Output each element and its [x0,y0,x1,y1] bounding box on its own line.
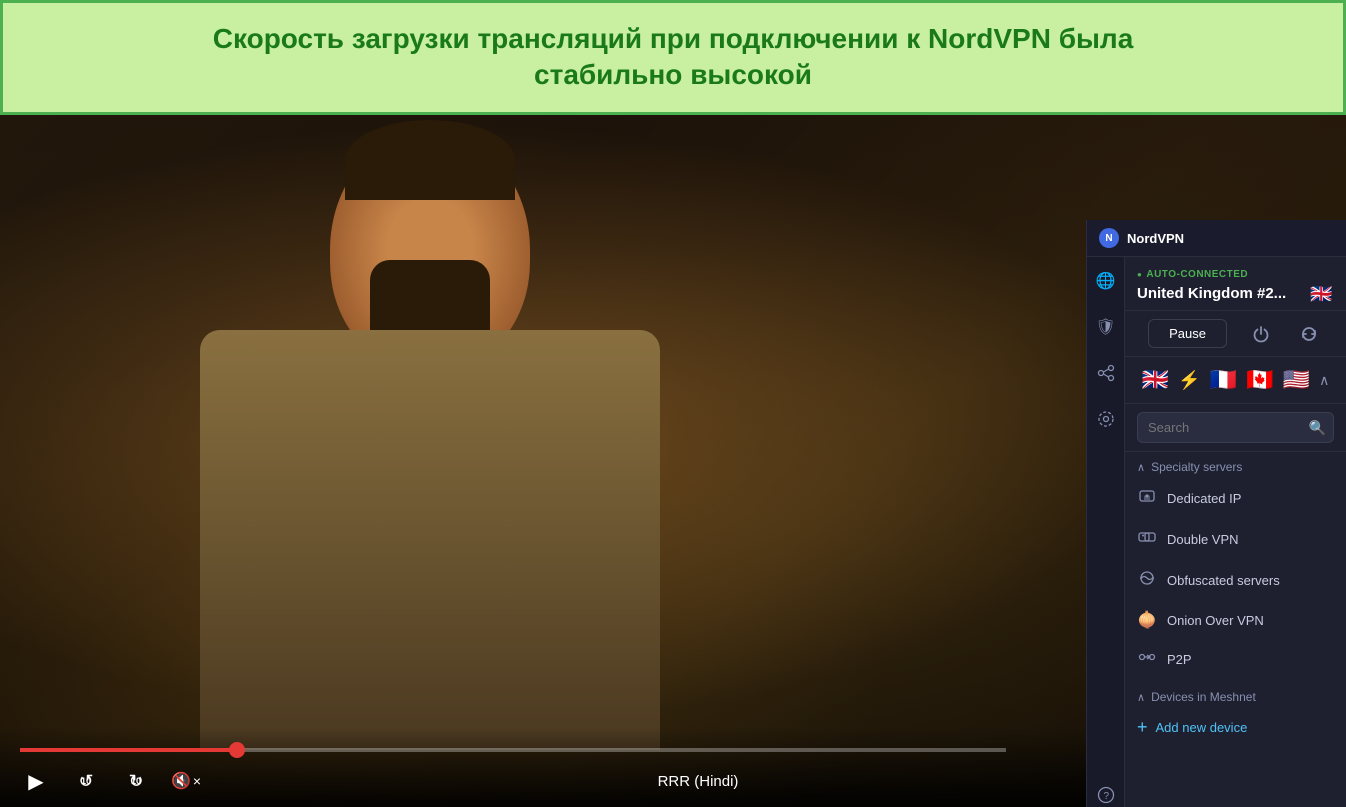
progress-bar[interactable] [20,748,1006,752]
mute-button[interactable]: 🔇 × [170,765,202,797]
person-figure [100,130,800,750]
person-body [200,330,660,750]
dedicated-ip-label: Dedicated IP [1167,491,1241,506]
qc-us-flag[interactable]: 🇺🇸 [1283,367,1310,393]
forward-button[interactable]: ↻ 10 [120,765,152,797]
onion-vpn-item[interactable]: 🧅 Onion Over VPN [1125,601,1346,639]
sidebar-item-globe[interactable]: 🌐 [1092,267,1120,295]
p2p-item[interactable]: P2P [1125,639,1346,680]
nordvpn-panel: N NordVPN 🌐 🛡 [1086,220,1346,807]
double-vpn-label: Double VPN [1167,532,1239,547]
meshnet-header: ∧ Devices in Meshnet [1125,680,1346,708]
banner-line1: Скорость загрузки трансляций при подключ… [213,23,1134,54]
connection-status: AUTO-CONNECTED United Kingdom #2... 🇬🇧 [1125,257,1346,311]
search-input[interactable] [1137,412,1334,443]
obfuscated-item[interactable]: Obfuscated servers [1125,560,1346,601]
rewind-button[interactable]: ↺ 10 [70,765,102,797]
pause-row: Pause [1125,311,1346,357]
sidebar-item-help[interactable]: ? [1092,781,1120,807]
search-input-wrap: 🔍 [1137,412,1334,443]
progress-knob[interactable] [229,742,245,758]
sidebar-item-settings[interactable] [1092,405,1120,433]
qc-more-chevron[interactable]: ∧ [1319,372,1329,389]
sidebar-icons: 🌐 🛡 [1087,257,1125,807]
onion-label: Onion Over VPN [1167,613,1264,628]
sidebar-item-shield[interactable]: 🛡 [1092,313,1120,341]
video-title: RRR (Hindi) [220,773,1176,790]
double-vpn-item[interactable]: Double VPN [1125,519,1346,560]
quick-connect: 🇬🇧 ⚡ 🇫🇷 🇨🇦 🇺🇸 ∧ [1125,357,1346,404]
double-vpn-icon [1137,528,1157,551]
banner: Скорость загрузки трансляций при подключ… [0,0,1346,115]
svg-text:?: ? [1103,791,1109,802]
search-icon: 🔍 [1309,419,1326,436]
dedicated-ip-icon [1137,487,1157,510]
panel-header: N NordVPN [1087,220,1346,257]
video-player: 2:23:13 ▶ ↺ 10 ↻ 10 🔇 × RRR (Hindi) [0,110,1346,807]
auto-connected-status: AUTO-CONNECTED [1137,269,1334,280]
specialty-title: Specialty servers [1151,460,1242,474]
add-icon: + [1137,717,1148,738]
qc-ca-flag[interactable]: 🇨🇦 [1246,367,1273,393]
banner-text: Скорость загрузки трансляций при подключ… [23,21,1323,94]
specialty-servers-header: ∧ Specialty servers [1125,452,1346,478]
qc-fastest-button[interactable]: ⚡ [1178,370,1200,391]
specialty-chevron[interactable]: ∧ [1137,461,1145,474]
panel-main[interactable]: AUTO-CONNECTED United Kingdom #2... 🇬🇧 P… [1125,257,1346,807]
pause-button[interactable]: Pause [1148,319,1227,348]
nord-logo: N [1099,228,1119,248]
add-device-label: Add new device [1156,720,1248,735]
progress-fill [20,748,237,752]
dedicated-ip-item[interactable]: Dedicated IP [1125,478,1346,519]
search-container: 🔍 [1125,404,1346,452]
obfuscated-label: Obfuscated servers [1167,573,1280,588]
sidebar-item-nodes[interactable] [1092,359,1120,387]
obfuscated-icon [1137,569,1157,592]
play-icon: ▶ [28,769,43,794]
qc-fr-flag[interactable]: 🇫🇷 [1210,367,1237,393]
onion-icon: 🧅 [1137,610,1157,630]
power-button[interactable] [1247,320,1275,348]
refresh-button[interactable] [1295,320,1323,348]
connection-flag: 🇬🇧 [1310,284,1334,302]
banner-line2: стабильно высокой [534,59,812,90]
panel-body: 🌐 🛡 [1087,257,1346,807]
connection-name: United Kingdom #2... 🇬🇧 [1137,284,1334,302]
play-button[interactable]: ▶ [20,765,52,797]
qc-uk-flag[interactable]: 🇬🇧 [1142,367,1169,393]
person-hair [345,120,515,200]
app-name: NordVPN [1127,231,1184,246]
p2p-label: P2P [1167,652,1192,667]
meshnet-title: Devices in Meshnet [1151,690,1256,704]
add-device-item[interactable]: + Add new device [1125,708,1346,747]
meshnet-chevron[interactable]: ∧ [1137,691,1145,704]
p2p-icon [1137,648,1157,671]
